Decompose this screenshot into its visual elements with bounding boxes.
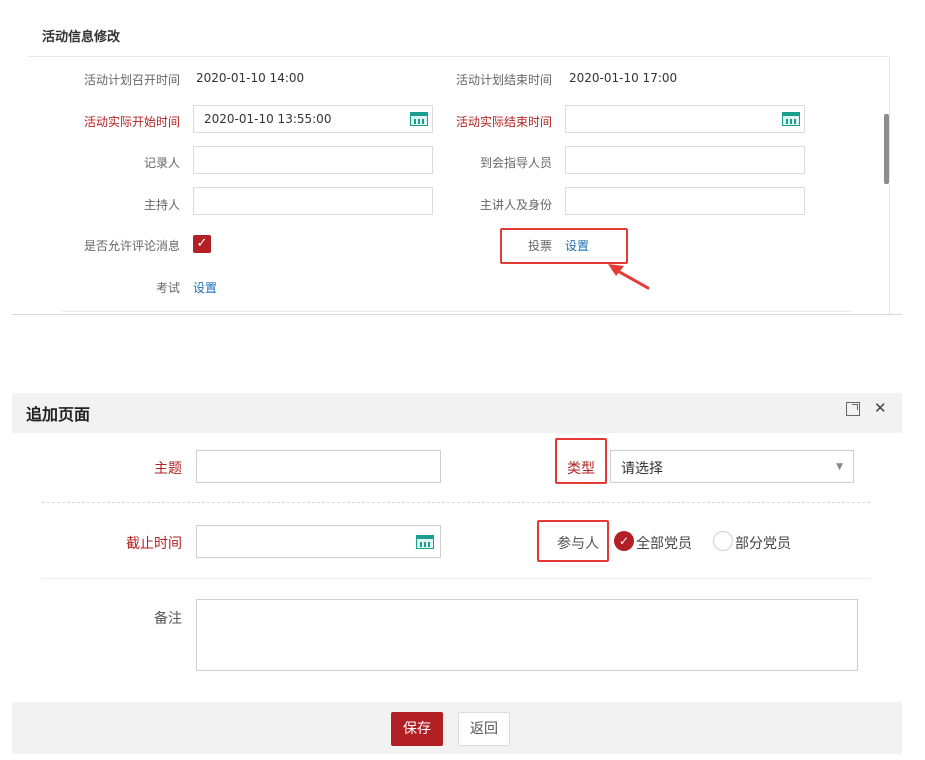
save-button[interactable]: 保存 bbox=[391, 712, 443, 746]
subject-label: 主题 bbox=[154, 461, 182, 477]
divider bbox=[12, 314, 902, 315]
recorder-label: 记录人 bbox=[143, 156, 180, 170]
calendar-icon[interactable] bbox=[782, 112, 800, 126]
check-icon: ✓ bbox=[618, 534, 630, 548]
plan-start-label: 活动计划召开时间 bbox=[83, 73, 180, 87]
type-select[interactable]: 请选择 ▼ bbox=[610, 450, 854, 483]
plan-end-value: 2020-01-10 17:00 bbox=[569, 71, 678, 85]
actual-start-label: 活动实际开始时间 bbox=[83, 115, 180, 129]
actual-start-value: 2020-01-10 13:55:00 bbox=[204, 112, 332, 126]
deadline-input[interactable] bbox=[196, 525, 441, 558]
recorder-input[interactable] bbox=[193, 146, 433, 174]
type-label: 类型 bbox=[567, 461, 595, 477]
scrollbar-thumb[interactable] bbox=[884, 114, 889, 184]
plan-end-label: 活动计划结束时间 bbox=[455, 73, 552, 87]
vote-label: 投票 bbox=[527, 239, 552, 253]
deadline-label: 截止时间 bbox=[126, 536, 182, 552]
radio-all-members[interactable]: ✓ bbox=[614, 531, 634, 551]
allow-comment-checkbox[interactable]: ✓ bbox=[193, 235, 211, 253]
speaker-input[interactable] bbox=[565, 187, 805, 215]
panel-title: 活动信息修改 bbox=[42, 30, 121, 45]
notes-label: 备注 bbox=[154, 611, 182, 627]
guide-input[interactable] bbox=[565, 146, 805, 174]
radio-some-members-label[interactable]: 部分党员 bbox=[735, 533, 791, 553]
subject-input[interactable] bbox=[196, 450, 441, 483]
actual-end-label: 活动实际结束时间 bbox=[455, 115, 552, 129]
divider bbox=[62, 311, 852, 312]
back-button[interactable]: 返回 bbox=[458, 712, 510, 746]
allow-comment-label: 是否允许评论消息 bbox=[83, 239, 180, 253]
type-select-value: 请选择 bbox=[621, 461, 663, 477]
vote-settings-link[interactable]: 设置 bbox=[565, 237, 589, 254]
guide-label: 到会指导人员 bbox=[479, 156, 552, 170]
chevron-down-icon: ▼ bbox=[836, 462, 843, 472]
exam-label: 考试 bbox=[155, 281, 180, 295]
plan-start-value: 2020-01-10 14:00 bbox=[196, 71, 305, 85]
actual-end-input[interactable] bbox=[565, 105, 805, 133]
host-input[interactable] bbox=[193, 187, 433, 215]
radio-some-members[interactable] bbox=[713, 531, 733, 551]
host-label: 主持人 bbox=[143, 198, 180, 212]
annotation-arrow-icon bbox=[608, 264, 650, 290]
check-icon: ✓ bbox=[196, 236, 208, 251]
dialog-footer bbox=[12, 702, 902, 754]
notes-textarea[interactable] bbox=[196, 599, 858, 671]
dialog-title: 追加页面 bbox=[26, 405, 91, 424]
maximize-icon[interactable] bbox=[846, 402, 860, 416]
actual-start-input[interactable]: 2020-01-10 13:55:00 bbox=[193, 105, 433, 133]
divider bbox=[42, 578, 870, 579]
divider bbox=[42, 502, 870, 503]
exam-settings-link[interactable]: 设置 bbox=[193, 279, 217, 296]
dialog-header bbox=[12, 393, 902, 433]
radio-all-members-label[interactable]: 全部党员 bbox=[636, 533, 692, 553]
speaker-label: 主讲人及身份 bbox=[479, 198, 552, 212]
activity-edit-card bbox=[28, 56, 890, 316]
participants-label: 参与人 bbox=[557, 536, 599, 552]
close-icon[interactable]: ✕ bbox=[874, 399, 887, 417]
calendar-icon[interactable] bbox=[416, 535, 434, 549]
calendar-icon[interactable] bbox=[410, 112, 428, 126]
